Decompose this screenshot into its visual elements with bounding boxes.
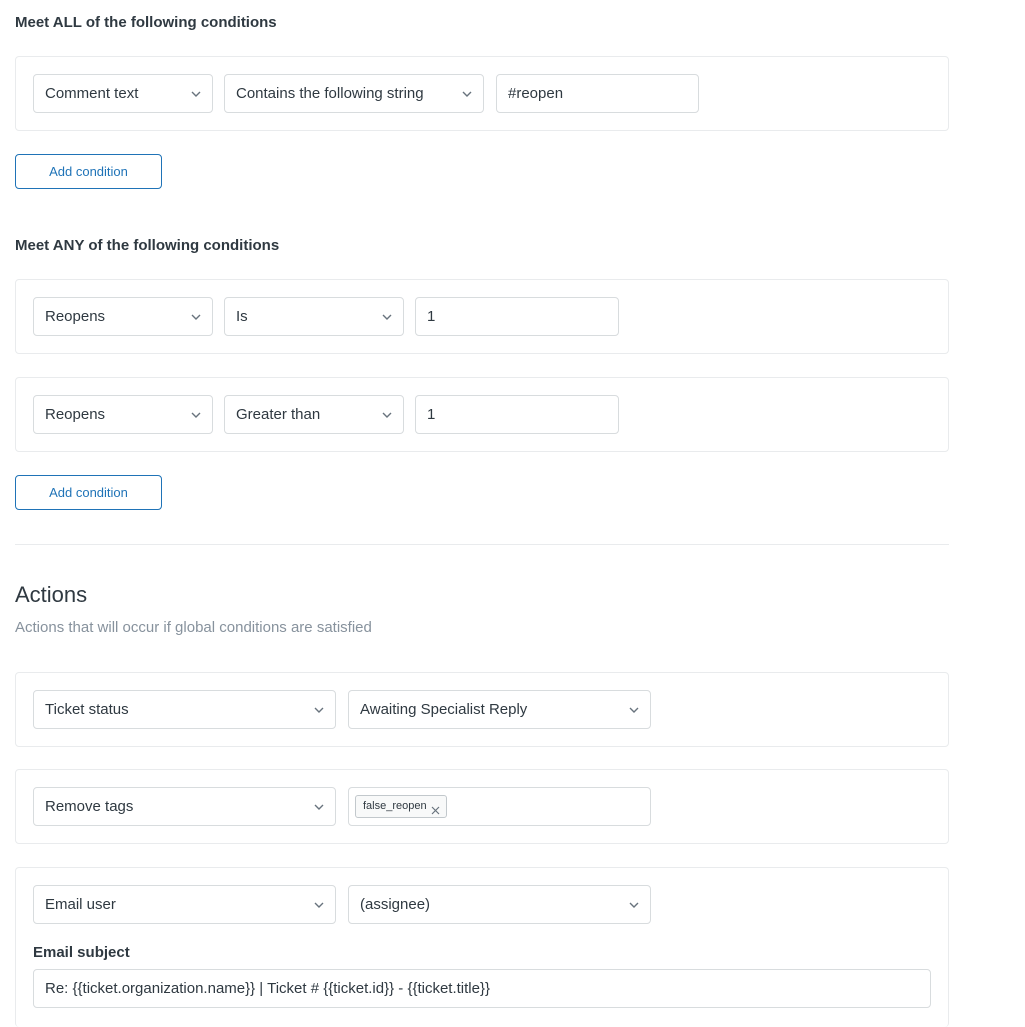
tag-chip: false_reopen [355,795,447,818]
select-value: Reopens [45,308,106,325]
action-field-select[interactable]: Remove tags [33,787,336,826]
condition-field-select[interactable]: Reopens [33,297,213,336]
condition-row: Reopens Greater than 1 [15,377,949,452]
condition-operator-select[interactable]: Contains the following string [224,74,484,113]
select-value: (assignee) [360,896,431,913]
tags-input[interactable]: false_reopen [348,787,651,826]
select-value: Is [236,308,248,325]
action-field-select[interactable]: Ticket status [33,690,336,729]
action-field-select[interactable]: Email user [33,885,336,924]
actions-heading: Actions [15,582,88,607]
condition-field-select[interactable]: Comment text [33,74,213,113]
chevron-down-icon [628,691,640,728]
condition-operator-select[interactable]: Greater than [224,395,404,434]
chevron-down-icon [190,396,202,433]
chevron-down-icon [313,788,325,825]
tag-label: false_reopen [363,800,427,812]
chevron-down-icon [381,298,393,335]
select-value: Remove tags [45,798,134,815]
select-value: Ticket status [45,701,129,718]
select-value: Email user [45,896,116,913]
select-value: Reopens [45,406,106,423]
select-value: Awaiting Specialist Reply [360,701,528,718]
chevron-down-icon [190,298,202,335]
condition-operator-select[interactable]: Is [224,297,404,336]
section-divider [15,544,949,545]
condition-value-input[interactable]: 1 [415,395,619,434]
chevron-down-icon [313,886,325,923]
email-subject-label: Email subject [33,944,130,961]
condition-value-input[interactable]: 1 [415,297,619,336]
actions-subheading: Actions that will occur if global condit… [15,619,372,636]
select-value: Comment text [45,85,139,102]
condition-field-select[interactable]: Reopens [33,395,213,434]
chevron-down-icon [628,886,640,923]
email-recipient-select[interactable]: (assignee) [348,885,651,924]
email-subject-input[interactable]: Re: {{ticket.organization.name}} | Ticke… [33,969,931,1008]
condition-value-input[interactable]: #reopen [496,74,699,113]
action-row: Ticket status Awaiting Specialist Reply [15,672,949,747]
all-conditions-heading: Meet ALL of the following conditions [15,14,277,31]
select-value: Contains the following string [236,85,424,102]
condition-row: Reopens Is 1 [15,279,949,354]
action-row: Email user (assignee) Email subject Re: … [15,867,949,1027]
action-row: Remove tags false_reopen [15,769,949,844]
chevron-down-icon [381,396,393,433]
chevron-down-icon [461,75,473,112]
any-conditions-heading: Meet ANY of the following conditions [15,237,280,254]
close-icon[interactable] [431,802,440,815]
chevron-down-icon [313,691,325,728]
select-value: Greater than [236,406,321,423]
add-condition-all-button[interactable]: Add condition [15,154,162,189]
condition-row: Comment text Contains the following stri… [15,56,949,131]
action-value-select[interactable]: Awaiting Specialist Reply [348,690,651,729]
add-condition-any-button[interactable]: Add condition [15,475,162,510]
chevron-down-icon [190,75,202,112]
